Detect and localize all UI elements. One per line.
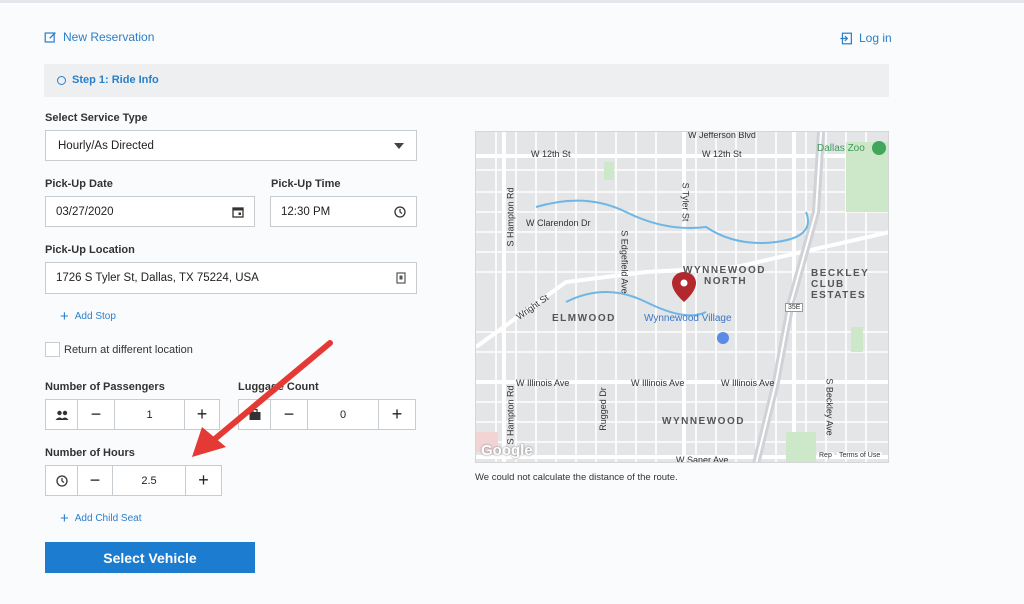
people-icon — [45, 399, 78, 430]
pickup-date-value: 03/27/2020 — [56, 205, 114, 218]
passengers-value[interactable]: 1 — [115, 399, 185, 430]
login-link[interactable]: Log in — [840, 31, 892, 45]
clock-icon[interactable] — [394, 205, 406, 218]
edit-icon — [44, 31, 56, 43]
street-w12th-2: W 12th St — [702, 149, 742, 159]
map-terms-link[interactable]: Terms of Use — [837, 452, 883, 459]
hours-stepper: − 2.5 + — [45, 465, 222, 496]
pickup-time-value: 12:30 PM — [281, 205, 331, 218]
step-indicator[interactable]: Step 1: Ride Info — [57, 74, 159, 86]
area-wynnewood: WYNNEWOOD — [662, 416, 745, 427]
return-different-checkbox[interactable] — [45, 342, 60, 357]
pickup-date-field[interactable]: 03/27/2020 — [45, 196, 255, 227]
street-jefferson: W Jefferson Blvd — [688, 131, 756, 140]
street-w12th-1: W 12th St — [531, 149, 571, 159]
street-illinois-1: W Illinois Ave — [516, 378, 570, 388]
calendar-icon[interactable] — [232, 206, 244, 218]
new-reservation-link[interactable]: New Reservation — [44, 30, 154, 44]
area-elmwood: ELMWOOD — [552, 313, 616, 324]
area-wynnewood-north-1: WYNNEWOOD — [683, 265, 766, 276]
area-wynnewood-north-2: NORTH — [704, 276, 748, 287]
street-rugged: Rugged Dr — [597, 387, 608, 431]
hours-label: Number of Hours — [45, 447, 135, 459]
google-logo: Google — [481, 442, 533, 459]
select-vehicle-button[interactable]: Select Vehicle — [45, 542, 255, 573]
clock-icon — [45, 465, 78, 496]
step-bar — [44, 64, 889, 97]
pickup-time-label: Pick-Up Time — [271, 178, 341, 190]
street-edgefield: S Edgefield Ave — [619, 230, 630, 294]
login-icon — [840, 32, 852, 44]
service-type-value: Hourly/As Directed — [58, 139, 154, 152]
area-beckley-1: BECKLEY — [811, 268, 870, 279]
street-hampton-2: S Hampton Rd — [505, 385, 516, 445]
chevron-down-icon — [394, 142, 404, 149]
return-different-label: Return at different location — [64, 344, 193, 356]
top-border — [0, 0, 1024, 3]
add-stop-link[interactable]: + Add Stop — [60, 307, 116, 325]
add-stop-label: Add Stop — [74, 311, 116, 322]
pickup-date-label: Pick-Up Date — [45, 178, 113, 190]
passengers-label: Number of Passengers — [45, 381, 165, 393]
pickup-location-value: 1726 S Tyler St, Dallas, TX 75224, USA — [56, 272, 259, 284]
street-beckley: S Beckley Ave — [824, 378, 835, 436]
route-note: We could not calculate the distance of t… — [475, 472, 678, 483]
area-wynnewood-village: Wynnewood Village — [644, 313, 732, 324]
passengers-decrement-button[interactable]: − — [78, 399, 115, 430]
login-label: Log in — [859, 31, 892, 45]
hours-decrement-button[interactable]: − — [78, 465, 113, 496]
step-label: Step 1: Ride Info — [72, 74, 159, 86]
hours-increment-button[interactable]: + — [186, 465, 222, 496]
area-dallas-zoo: Dallas Zoo — [817, 143, 865, 154]
street-saner: W Saner Ave — [676, 455, 729, 463]
street-tyler: S Tyler St — [680, 182, 691, 222]
add-child-seat-label: Add Child Seat — [74, 513, 142, 524]
plus-icon: + — [60, 307, 69, 325]
plus-icon: + — [60, 509, 69, 527]
map-footer-rep: Rep — [817, 452, 834, 459]
address-book-icon[interactable] — [396, 272, 406, 284]
highway-shield: 35E — [785, 303, 804, 312]
street-hampton-1: S Hampton Rd — [505, 187, 516, 247]
new-reservation-label: New Reservation — [63, 30, 155, 44]
route-map[interactable]: W 12th St W 12th St W Jefferson Blvd W C… — [475, 131, 889, 463]
service-type-select[interactable]: Hourly/As Directed — [45, 130, 417, 161]
area-beckley-2: CLUB ESTATES — [811, 279, 867, 301]
service-type-label: Select Service Type — [45, 112, 148, 124]
pickup-time-field[interactable]: 12:30 PM — [270, 196, 417, 227]
add-child-seat-link[interactable]: + Add Child Seat — [60, 509, 142, 527]
pickup-location-label: Pick-Up Location — [45, 244, 135, 256]
street-illinois-3: W Illinois Ave — [721, 378, 775, 388]
luggage-increment-button[interactable]: + — [379, 399, 416, 430]
annotation-arrow-icon — [192, 340, 333, 457]
street-illinois-2: W Illinois Ave — [631, 378, 685, 388]
street-clarendon: W Clarendon Dr — [526, 218, 591, 228]
step-circle-icon — [57, 75, 66, 85]
pickup-location-field[interactable]: 1726 S Tyler St, Dallas, TX 75224, USA — [45, 262, 417, 294]
hours-value[interactable]: 2.5 — [113, 465, 186, 496]
